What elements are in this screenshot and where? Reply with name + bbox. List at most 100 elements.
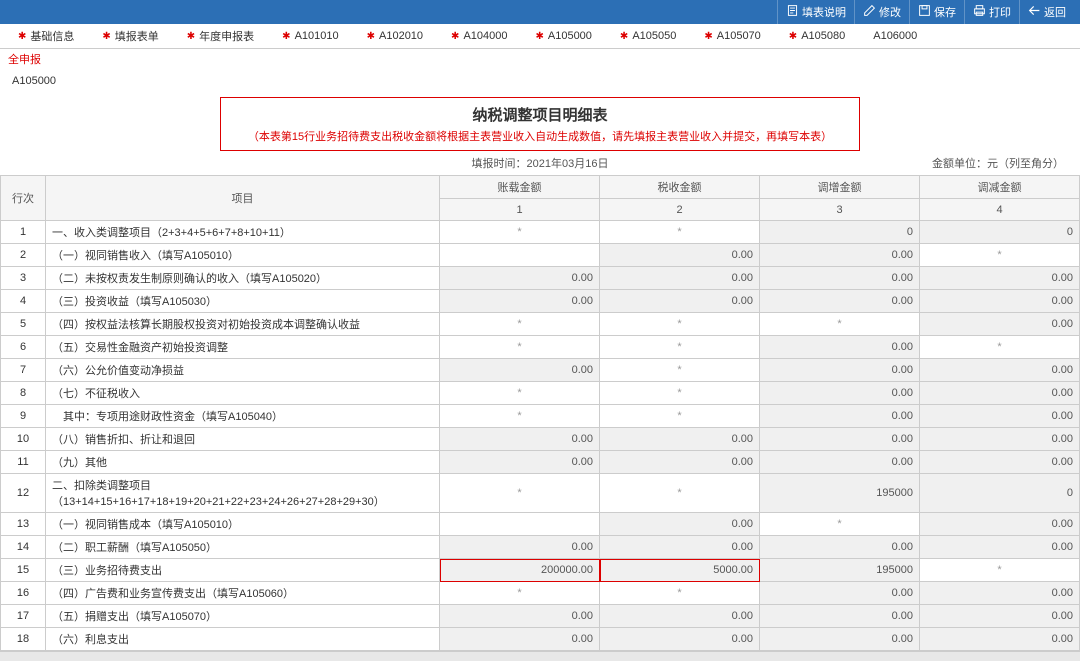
sub-tab-all[interactable]: 全申报: [0, 49, 1080, 69]
tab-A105050[interactable]: ✱A105050: [606, 24, 690, 48]
row-num: 14: [1, 536, 46, 559]
cell-c2: *: [600, 474, 760, 513]
toolbar-edit-button[interactable]: 修改: [854, 0, 909, 24]
cell-c2[interactable]: 0.00: [600, 513, 760, 536]
table-row: 5（四）按权益法核算长期股权投资对初始投资成本调整确认收益***0.00: [1, 313, 1080, 336]
row-item: （二）职工薪酬（填写A105050）: [46, 536, 440, 559]
tab-label: 年度申报表: [199, 28, 254, 44]
toolbar-print-button[interactable]: 打印: [964, 0, 1019, 24]
cell-c2[interactable]: 0.00: [600, 244, 760, 267]
cell-c1[interactable]: 0.00: [440, 451, 600, 474]
cell-c2[interactable]: 0.00: [600, 451, 760, 474]
cell-c4[interactable]: 0.00: [920, 536, 1080, 559]
cell-c3[interactable]: 0.00: [760, 582, 920, 605]
cell-c1[interactable]: 0.00: [440, 359, 600, 382]
cell-c1: *: [440, 336, 600, 359]
cell-c1: *: [440, 221, 600, 244]
cell-c1[interactable]: 0.00: [440, 605, 600, 628]
cell-c4[interactable]: 0.00: [920, 451, 1080, 474]
cell-c2: *: [600, 382, 760, 405]
cell-c2[interactable]: 0.00: [600, 536, 760, 559]
cell-c2[interactable]: 0.00: [600, 290, 760, 313]
cell-c3[interactable]: 0.00: [760, 405, 920, 428]
cell-c1[interactable]: 0.00: [440, 267, 600, 290]
cell-c2[interactable]: 0.00: [600, 428, 760, 451]
cell-c2[interactable]: 0.00: [600, 605, 760, 628]
cell-c4[interactable]: 0.00: [920, 405, 1080, 428]
tab-A105000[interactable]: ✱A105000: [521, 24, 605, 48]
row-item: （八）销售折扣、折让和退回: [46, 428, 440, 451]
cell-c4[interactable]: 0.00: [920, 428, 1080, 451]
cell-c4[interactable]: 0.00: [920, 290, 1080, 313]
cell-c4[interactable]: 0.00: [920, 513, 1080, 536]
cell-c3[interactable]: 0.00: [760, 451, 920, 474]
tab-A106000[interactable]: A106000: [859, 24, 931, 48]
row-item: （五）交易性金融资产初始投资调整: [46, 336, 440, 359]
row-num: 13: [1, 513, 46, 536]
toolbar-doc-button[interactable]: 填表说明: [777, 0, 854, 24]
tab-填报表单[interactable]: ✱ 填报表单: [88, 24, 172, 48]
cell-c3[interactable]: 0.00: [760, 359, 920, 382]
toolbar-back-button[interactable]: 返回: [1019, 0, 1074, 24]
tab-A105080[interactable]: ✱A105080: [775, 24, 859, 48]
table-row: 7（六）公允价值变动净损益0.00*0.000.00: [1, 359, 1080, 382]
cell-c3[interactable]: 0.00: [760, 605, 920, 628]
cell-c3[interactable]: 0.00: [760, 382, 920, 405]
toolbar-save-button[interactable]: 保存: [909, 0, 964, 24]
cell-c1: *: [440, 474, 600, 513]
scroll-track[interactable]: [0, 651, 1080, 661]
table-row: 16（四）广告费和业务宣传费支出（填写A105060）**0.000.00: [1, 582, 1080, 605]
cell-c2[interactable]: 0.00: [600, 628, 760, 651]
required-icon: ✱: [102, 31, 110, 42]
cell-c4[interactable]: 0.00: [920, 313, 1080, 336]
cell-c1: [440, 513, 600, 536]
row-num: 2: [1, 244, 46, 267]
cell-c4: *: [920, 336, 1080, 359]
row-item: 一、收入类调整项目（2+3+4+5+6+7+8+10+11）: [46, 221, 440, 244]
tab-label: 填报表单: [115, 28, 159, 44]
cell-c2[interactable]: 5000.00: [600, 559, 760, 582]
cell-c4[interactable]: 0.00: [920, 628, 1080, 651]
row-item: （一）视同销售成本（填写A105010）: [46, 513, 440, 536]
cell-c3[interactable]: 0.00: [760, 336, 920, 359]
cell-c2: *: [600, 336, 760, 359]
toolbar-label: 填表说明: [802, 4, 846, 20]
cell-c1[interactable]: 200000.00: [440, 559, 600, 582]
row-num: 12: [1, 474, 46, 513]
tab-年度申报表[interactable]: ✱年度申报表: [173, 24, 268, 48]
col-c1: 账载金额: [440, 176, 600, 199]
cell-c1[interactable]: 0.00: [440, 536, 600, 559]
cell-c1[interactable]: 0.00: [440, 290, 600, 313]
cell-c4[interactable]: 0: [920, 221, 1080, 244]
cell-c3[interactable]: 195000: [760, 474, 920, 513]
cell-c3[interactable]: 0.00: [760, 628, 920, 651]
tab-基础信息[interactable]: ✱基础信息: [4, 24, 88, 48]
cell-c3[interactable]: 0.00: [760, 244, 920, 267]
cell-c3[interactable]: 0: [760, 221, 920, 244]
cell-c1[interactable]: 0.00: [440, 628, 600, 651]
cell-c3[interactable]: 195000: [760, 559, 920, 582]
tab-A101010[interactable]: ✱A101010: [268, 24, 352, 48]
cell-c3[interactable]: 0.00: [760, 536, 920, 559]
cell-c4[interactable]: 0.00: [920, 582, 1080, 605]
cell-c1: *: [440, 313, 600, 336]
cell-c4[interactable]: 0.00: [920, 267, 1080, 290]
cell-c4[interactable]: 0: [920, 474, 1080, 513]
report-time: 填报时间：2021年03月16日: [472, 155, 609, 171]
cell-c2[interactable]: 0.00: [600, 267, 760, 290]
cell-c1[interactable]: 0.00: [440, 428, 600, 451]
cell-c3[interactable]: 0.00: [760, 428, 920, 451]
cell-c3[interactable]: 0.00: [760, 267, 920, 290]
cell-c4[interactable]: 0.00: [920, 605, 1080, 628]
required-icon: ✱: [282, 31, 290, 42]
table-row: 2（一）视同销售收入（填写A105010）0.000.00*: [1, 244, 1080, 267]
tab-A105070[interactable]: ✱A105070: [690, 24, 774, 48]
cell-c2: *: [600, 313, 760, 336]
cell-c4[interactable]: 0.00: [920, 382, 1080, 405]
tab-A102010[interactable]: ✱A102010: [353, 24, 437, 48]
tab-label: A105080: [801, 30, 845, 42]
tab-A104000[interactable]: ✱A104000: [437, 24, 521, 48]
table-row: 11（九）其他0.000.000.000.00: [1, 451, 1080, 474]
cell-c3[interactable]: 0.00: [760, 290, 920, 313]
cell-c4[interactable]: 0.00: [920, 359, 1080, 382]
